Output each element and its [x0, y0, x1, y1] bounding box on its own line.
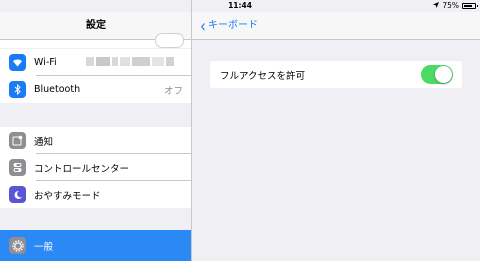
bluetooth-status: オフ [163, 85, 183, 97]
sidebar-item-label: Bluetooth [34, 84, 81, 95]
gear-icon [9, 237, 26, 254]
location-icon [433, 0, 440, 12]
detail-nav-bar: ‹ キーボード [192, 12, 480, 40]
control-center-icon [9, 159, 26, 176]
back-button-label: キーボード [208, 20, 258, 31]
chevron-left-icon: ‹ [200, 15, 206, 37]
sidebar-item-label: Wi-Fi [34, 57, 57, 68]
settings-sidebar: 設定 Wi-Fi Bluetooth オフ 通知 コントロールセンター おやすみ… [0, 0, 192, 261]
full-access-label: フルアクセスを許可 [220, 70, 306, 82]
battery-percent: 75% [442, 1, 459, 10]
sidebar-item-wifi[interactable]: Wi-Fi [0, 49, 191, 76]
battery-fill [464, 5, 472, 7]
sidebar-item-label: 一般 [34, 241, 54, 253]
airplane-toggle[interactable] [155, 33, 184, 48]
sidebar-item-notifications[interactable]: 通知 [0, 127, 191, 154]
moon-icon [9, 186, 26, 203]
back-button[interactable]: ‹ キーボード [200, 12, 258, 40]
status-right: 75% [433, 0, 478, 12]
battery-icon [462, 3, 478, 9]
sidebar-item-general[interactable]: 一般 [0, 230, 191, 261]
sidebar-item-label: 通知 [34, 136, 54, 148]
full-access-row: フルアクセスを許可 [210, 61, 462, 88]
notifications-icon [9, 132, 26, 149]
switch-knob [435, 66, 452, 83]
sidebar-item-bluetooth[interactable]: Bluetooth オフ [0, 76, 191, 103]
wifi-icon [9, 54, 26, 71]
bluetooth-icon [9, 81, 26, 98]
wifi-network-name-redacted [86, 55, 182, 68]
full-access-switch[interactable] [421, 65, 453, 84]
sidebar-item-do-not-disturb[interactable]: おやすみモード [0, 181, 191, 208]
sidebar-item-control-center[interactable]: コントロールセンター [0, 154, 191, 181]
sidebar-item-label: コントロールセンター [34, 163, 130, 175]
sidebar-item-label: おやすみモード [34, 190, 101, 202]
